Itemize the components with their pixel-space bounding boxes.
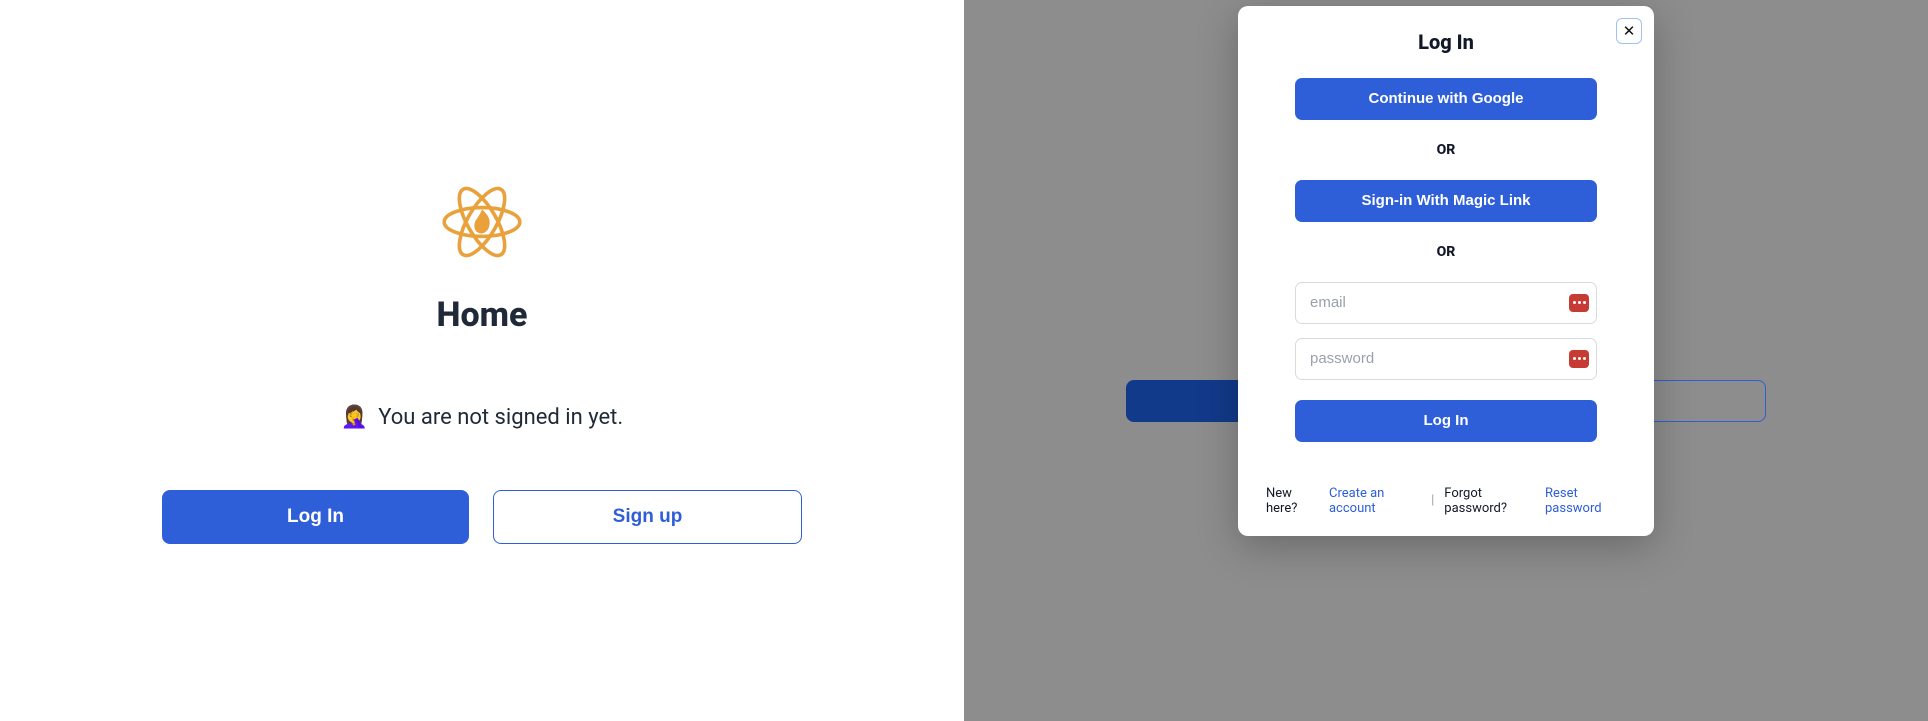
password-field[interactable]	[1295, 338, 1597, 380]
modal-body: Continue with Google OR Sign-in With Mag…	[1266, 78, 1626, 442]
forgot-password-prompt: Forgot password?	[1444, 486, 1535, 516]
password-manager-icon[interactable]	[1569, 350, 1589, 368]
signup-button[interactable]: Sign up	[493, 490, 802, 544]
new-here-prompt: New here?	[1266, 486, 1319, 516]
close-icon: ✕	[1623, 22, 1636, 40]
modal-footer: New here? Create an account | Forgot pas…	[1266, 486, 1626, 516]
right-pane: ✕ Log In Continue with Google OR Sign-in…	[964, 0, 1928, 721]
page-title: Home	[437, 295, 528, 335]
facepalm-emoji-icon: 🤦‍♀️	[341, 405, 368, 430]
modal-title: Log In	[1266, 30, 1626, 54]
create-account-link[interactable]: Create an account	[1329, 486, 1421, 516]
home-container: Home 🤦‍♀️ You are not signed in yet. Log…	[162, 177, 802, 544]
signed-in-status: 🤦‍♀️ You are not signed in yet.	[341, 405, 623, 430]
submit-login-button[interactable]: Log In	[1295, 400, 1597, 442]
email-field[interactable]	[1295, 282, 1597, 324]
password-field-wrap	[1295, 338, 1597, 380]
or-separator: OR	[1268, 142, 1624, 158]
left-pane: Home 🤦‍♀️ You are not signed in yet. Log…	[0, 0, 964, 721]
or-separator: OR	[1268, 244, 1624, 260]
reset-password-link[interactable]: Reset password	[1545, 486, 1626, 516]
login-modal: ✕ Log In Continue with Google OR Sign-in…	[1238, 6, 1654, 536]
atom-fire-icon	[437, 177, 527, 267]
footer-divider: |	[1431, 493, 1434, 508]
status-text: You are not signed in yet.	[378, 405, 623, 430]
email-field-wrap	[1295, 282, 1597, 324]
home-actions: Log In Sign up	[162, 490, 802, 544]
password-manager-icon[interactable]	[1569, 294, 1589, 312]
magic-link-button[interactable]: Sign-in With Magic Link	[1295, 180, 1597, 222]
login-button[interactable]: Log In	[162, 490, 469, 544]
continue-with-google-button[interactable]: Continue with Google	[1295, 78, 1597, 120]
close-button[interactable]: ✕	[1616, 18, 1642, 44]
logo	[437, 177, 527, 267]
